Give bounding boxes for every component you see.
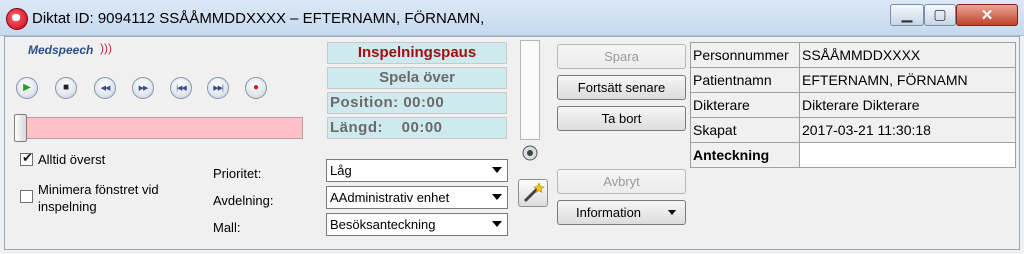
priority-label: Prioritet:	[213, 166, 262, 181]
chevron-down-icon	[668, 210, 676, 215]
minimize-button[interactable]: ▁	[890, 4, 924, 26]
info-value: SSÅÅMMDDXXXX	[799, 42, 1016, 68]
medspeech-logo: Medspeech	[28, 43, 94, 57]
info-key: Skapat	[690, 117, 800, 143]
template-value: Besöksanteckning	[330, 217, 436, 232]
fast-forward-button[interactable]: ▶▶	[132, 77, 154, 99]
cancel-button[interactable]: Avbryt	[557, 169, 686, 194]
note-field[interactable]	[799, 142, 1016, 168]
info-key: Patientnamn	[690, 67, 800, 93]
title-bar: Diktat ID: 9094112 SSÅÅMMDDXXXX – EFTERN…	[0, 0, 1024, 36]
play-icon: ▶	[23, 82, 31, 93]
play-button[interactable]: ▶	[16, 77, 38, 99]
length-readout: Längd: 00:00	[327, 117, 507, 139]
department-label: Avdelning:	[213, 193, 274, 208]
priority-value: Låg	[330, 163, 352, 178]
always-on-top-label: Alltid överst	[38, 152, 106, 167]
delete-button[interactable]: Ta bort	[557, 106, 686, 131]
stop-button[interactable]: ■	[55, 77, 77, 99]
template-label: Mall:	[213, 220, 241, 235]
department-select[interactable]: AAdministrativ enhet	[326, 186, 508, 209]
maximize-button[interactable]: ▢	[924, 4, 956, 26]
info-value: 2017-03-21 11:30:18	[799, 117, 1016, 143]
close-button[interactable]: ✕	[956, 4, 1018, 26]
info-value: Dikterare Dikterare	[799, 92, 1016, 118]
volume-level-bar	[520, 40, 540, 140]
department-value: AAdministrativ enhet	[330, 190, 450, 205]
maximize-icon: ▢	[933, 6, 947, 22]
minimize-on-record-label-line1: Minimera fönstret vid	[38, 182, 159, 197]
record-button[interactable]: ●	[245, 77, 267, 99]
skip-end-button[interactable]: ▶▶|	[207, 77, 229, 99]
skip-to-end-icon: ▶▶|	[213, 85, 224, 92]
priority-select[interactable]: Låg	[326, 159, 508, 182]
always-on-top-checkbox[interactable]: ✔	[20, 150, 33, 166]
info-row: Dikterare Dikterare Dikterare	[690, 92, 1016, 118]
minimize-icon: ▁	[901, 6, 913, 22]
info-row: Personnummer SSÅÅMMDDXXXX	[690, 42, 1016, 68]
chevron-down-icon	[492, 221, 502, 227]
app-icon	[6, 8, 28, 30]
progress-slider-handle[interactable]	[14, 114, 27, 142]
skip-to-start-icon: |◀◀	[176, 85, 187, 92]
info-key: Dikterare	[690, 92, 800, 118]
skip-start-button[interactable]: |◀◀	[170, 77, 192, 99]
position-readout: Position: 00:00	[327, 92, 507, 114]
information-button[interactable]: Information	[557, 200, 686, 225]
save-button[interactable]: Spara	[557, 44, 686, 69]
info-value: EFTERNAMN, FÖRNAMN	[799, 67, 1016, 93]
microphone-settings-icon[interactable]	[521, 144, 539, 162]
record-icon: ●	[252, 82, 260, 93]
position-text: Position: 00:00	[330, 94, 445, 111]
recording-state: Inspelningspaus	[327, 42, 507, 64]
info-key: Personnummer	[690, 42, 800, 68]
replay-indicator: Spela över	[327, 67, 507, 89]
continue-later-button[interactable]: Fortsätt senare	[557, 75, 686, 100]
info-key: Anteckning	[690, 142, 800, 168]
close-icon: ✕	[980, 7, 994, 24]
chevron-down-icon	[492, 167, 502, 173]
fast-forward-icon: ▶▶	[138, 85, 149, 92]
template-select[interactable]: Besöksanteckning	[326, 213, 508, 236]
recording-state-text: Inspelningspaus	[357, 44, 477, 61]
information-label: Information	[576, 205, 642, 220]
info-row: Patientnamn EFTERNAMN, FÖRNAMN	[690, 67, 1016, 93]
window-title: Diktat ID: 9094112 SSÅÅMMDDXXXX – EFTERN…	[32, 10, 485, 27]
minimize-on-record-checkbox[interactable]	[20, 190, 33, 203]
magic-wand-icon	[523, 182, 545, 203]
info-row: Skapat 2017-03-21 11:30:18	[690, 117, 1016, 143]
recording-progress-bar[interactable]	[16, 117, 303, 139]
length-text: Längd: 00:00	[330, 119, 443, 136]
replay-text: Spela över	[379, 69, 455, 86]
stop-icon: ■	[62, 82, 70, 93]
rewind-icon: ◀◀	[100, 85, 111, 92]
check-icon: ✔	[22, 150, 33, 165]
chevron-down-icon	[492, 194, 502, 200]
dictation-info-table: Personnummer SSÅÅMMDDXXXX Patientnamn EFTE…	[690, 42, 1016, 168]
rewind-button[interactable]: ◀◀	[94, 77, 116, 99]
magic-wand-button[interactable]	[518, 179, 548, 207]
info-row: Anteckning	[690, 142, 1016, 168]
logo-waves-icon: )))	[100, 41, 112, 55]
minimize-on-record-label-line2: inspelning	[38, 199, 97, 214]
